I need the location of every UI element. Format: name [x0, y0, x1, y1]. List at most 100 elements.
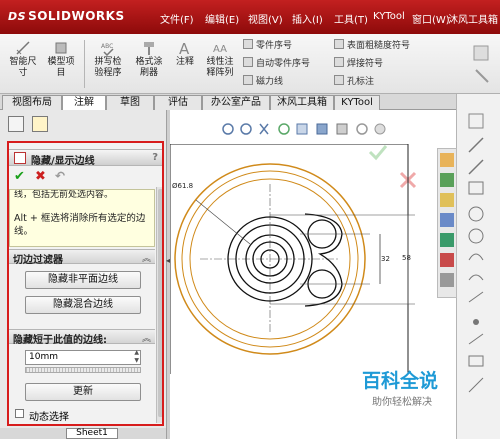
collapse-chevron-icon: ︽: [141, 334, 151, 344]
linear-note-pattern-icon: AA: [213, 44, 227, 55]
message-text-top: 线，包括无前处选内容。: [14, 190, 114, 200]
tab-evaluate[interactable]: 评估: [154, 95, 202, 110]
linear-note-pattern-button[interactable]: AA 线性注 释阵列: [202, 40, 238, 79]
property-manager-panel: 隐藏/显示边线 ? ✔ ✖ ↶ 线，包括无前处选内容。 Alt + 框选将消除所…: [7, 141, 164, 426]
sheet-tab-bar: Sheet1: [0, 428, 166, 439]
panel-scrollbar[interactable]: [156, 187, 162, 423]
diameter-dimension-label[interactable]: Ø61.8: [172, 182, 193, 190]
sketch-tools-icons[interactable]: [463, 108, 495, 438]
feature-tree-tab-icon[interactable]: [8, 116, 24, 132]
spell-check-button[interactable]: ABC 拼写检 验程序: [88, 40, 128, 79]
menu-tools[interactable]: 工具(T): [334, 11, 368, 26]
format-painter-icon: [144, 42, 154, 55]
hide-short-edges-group: 隐藏短于此值的边线: ︽ 10mm ▲ ▼ 更新 动态选择: [9, 329, 155, 424]
menu-edit[interactable]: 编辑(E): [205, 11, 239, 26]
sheet-tab[interactable]: Sheet1: [66, 428, 118, 439]
balloon-button[interactable]: 零件序号: [243, 38, 292, 51]
tab-sketch[interactable]: 草图: [106, 95, 154, 110]
magnetic-line-button[interactable]: 磁力线: [243, 74, 283, 87]
note-button[interactable]: A 注释: [172, 40, 198, 68]
smart-dimension-button[interactable]: 智能尺 寸: [6, 40, 40, 79]
manager-tabs: [4, 113, 162, 135]
hole-callout-icon: [334, 75, 344, 85]
menu-insert[interactable]: 插入(I): [292, 11, 323, 26]
panel-title: 隐藏/显示边线: [31, 156, 95, 167]
svg-text:ABC: ABC: [101, 43, 113, 50]
update-button[interactable]: 更新: [25, 383, 141, 401]
smart-dimension-icon: [16, 41, 30, 55]
dimension-58-label[interactable]: 58: [402, 254, 411, 262]
undo-icon[interactable]: ↶: [55, 170, 65, 183]
magnetic-line-icon: [243, 75, 253, 85]
tab-layout[interactable]: 视图布局: [2, 95, 62, 110]
surface-finish-button[interactable]: 表面粗糙度符号: [334, 38, 410, 51]
weld-symbol-icon: [334, 57, 344, 67]
ok-check-icon[interactable]: ✔: [14, 170, 25, 183]
forum-icon[interactable]: [440, 273, 454, 287]
weld-symbol-button[interactable]: 焊接符号: [334, 56, 383, 69]
toolbar-overflow-icon[interactable]: [470, 42, 494, 86]
svg-text:AA: AA: [213, 44, 227, 55]
balloon-icon: [243, 39, 253, 49]
toolbar-separator: [84, 40, 85, 88]
custom-properties-icon[interactable]: [440, 253, 454, 267]
hide-mixed-edges-button[interactable]: 隐藏混合边线: [25, 296, 141, 314]
right-sketch-toolbar: [437, 94, 500, 439]
tab-office[interactable]: 办公室产品: [202, 95, 270, 110]
help-icon[interactable]: ?: [152, 152, 158, 163]
length-slider[interactable]: [25, 367, 141, 373]
drawing-view[interactable]: [170, 144, 456, 374]
design-library-icon[interactable]: [440, 173, 454, 187]
auto-balloon-button[interactable]: 自动零件序号: [243, 56, 310, 69]
auto-balloon-icon: [243, 57, 253, 67]
length-spinbox[interactable]: 10mm ▲ ▼: [25, 349, 141, 365]
format-painter-button[interactable]: 格式涂 刷器: [130, 40, 168, 79]
dynamic-select-label: 动态选择: [29, 412, 69, 423]
watermark: 百科全说 助你轻松解决: [362, 366, 438, 408]
watermark-title: 百科全说: [362, 370, 439, 392]
group-header[interactable]: 切边过滤器 ︽: [9, 249, 155, 266]
tab-mufeng[interactable]: 沐风工具箱: [270, 95, 334, 110]
message-text: Alt + 框选将消除所有选定的边线。: [14, 213, 146, 237]
command-tab-bar: 视图布局 注解 草图 评估 办公室产品 沐风工具箱 KYTool: [0, 94, 500, 110]
svg-text:A: A: [179, 40, 190, 56]
hide-nonplanar-edges-button[interactable]: 隐藏非平面边线: [25, 271, 141, 289]
hole-callout-button[interactable]: 孔标注: [334, 74, 374, 87]
spin-up-icon[interactable]: ▲: [134, 349, 139, 356]
cancel-x-icon[interactable]: ✖: [35, 170, 46, 183]
spin-down-icon[interactable]: ▼: [134, 357, 139, 364]
tangent-edge-filter-group: 切边过滤器 ︽ 隐藏非平面边线 隐藏混合边线: [9, 249, 155, 321]
property-manager-tab-icon[interactable]: [32, 116, 48, 132]
length-value: 10mm: [29, 352, 58, 362]
home-icon[interactable]: [440, 153, 454, 167]
hide-show-edges-icon: [14, 152, 26, 164]
collapse-chevron-icon: ︽: [141, 254, 151, 264]
title-menu-bar: DS SOLIDWORKS 文件(F) 编辑(E) 视图(V) 插入(I) 工具(…: [0, 0, 500, 34]
watermark-subtitle: 助你轻松解决: [372, 397, 432, 408]
spell-check-icon: ABC: [101, 43, 114, 56]
note-icon: A: [179, 40, 190, 56]
model-items-button[interactable]: 模型项 目: [44, 40, 78, 79]
file-explorer-icon[interactable]: [440, 193, 454, 207]
command-manager: 智能尺 寸 模型项 目 ABC 拼写检 验程序 格式涂 刷器 A 注释 AA 线…: [0, 34, 500, 94]
menu-mufeng[interactable]: 沐风工具箱: [448, 11, 498, 26]
tab-annotation[interactable]: 注解: [62, 95, 106, 110]
view-palette-icon[interactable]: [440, 213, 454, 227]
scrollbar-thumb[interactable]: [158, 189, 162, 417]
surface-finish-icon: [334, 39, 344, 49]
menu-file[interactable]: 文件(F): [160, 11, 194, 26]
dynamic-select-checkbox[interactable]: [15, 409, 24, 418]
tab-kytool[interactable]: KYTool: [334, 95, 380, 110]
panel-title-bar: 隐藏/显示边线 ?: [9, 149, 162, 167]
view-heads-up-toolbar[interactable]: [220, 120, 390, 138]
menu-window[interactable]: 窗口(W): [412, 11, 450, 26]
solidworks-logo[interactable]: DS SOLIDWORKS: [8, 9, 125, 23]
menu-kytool[interactable]: KYTool: [373, 11, 405, 22]
model-items-icon: [55, 42, 67, 54]
menu-view[interactable]: 视图(V): [248, 11, 283, 26]
dimension-32-label[interactable]: 32: [381, 255, 390, 263]
group-header[interactable]: 隐藏短于此值的边线: ︽: [9, 329, 155, 346]
appearances-icon[interactable]: [440, 233, 454, 247]
task-pane-tabs: [437, 148, 457, 298]
message-box: 线，包括无前处选内容。 Alt + 框选将消除所有选定的边线。: [9, 189, 155, 247]
